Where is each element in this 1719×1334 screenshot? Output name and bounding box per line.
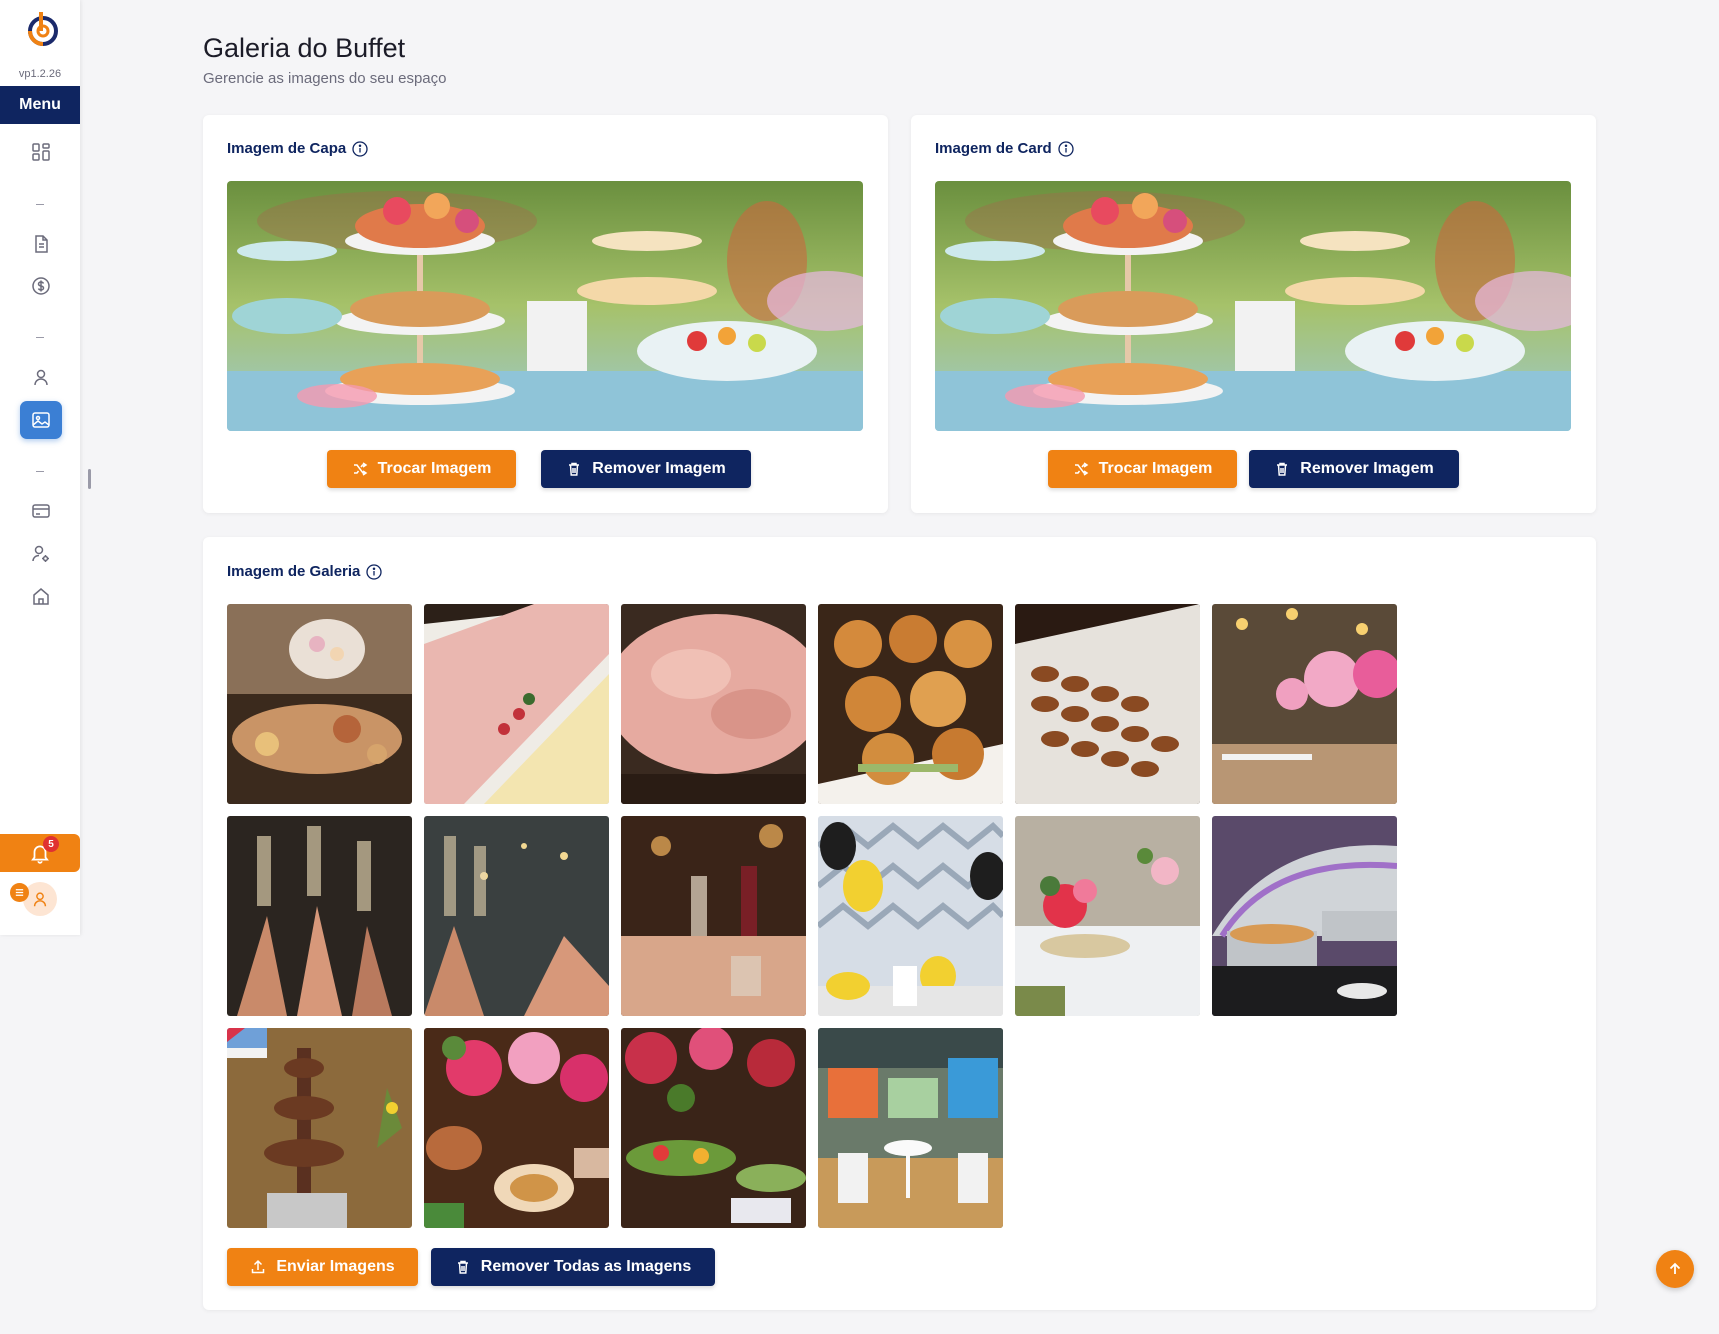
gallery-image[interactable] (1212, 816, 1397, 1016)
cover-change-button[interactable]: Trocar Imagem (327, 450, 516, 488)
upload-icon (252, 1259, 265, 1274)
app-logo[interactable] (26, 10, 60, 48)
credit-card-icon[interactable] (20, 492, 62, 530)
gallery-image[interactable] (818, 1028, 1003, 1228)
gallery-image[interactable] (1212, 604, 1397, 804)
card-image-change-button[interactable]: Trocar Imagem (1048, 450, 1237, 488)
gallery-image[interactable] (424, 604, 609, 804)
gallery-image[interactable] (227, 816, 412, 1016)
cover-image (227, 181, 863, 431)
gallery-image[interactable] (1015, 604, 1200, 804)
card-image-card-title: Imagem de Card (935, 140, 1074, 157)
trash-icon (1277, 462, 1288, 476)
page-title: Galeria do Buffet (203, 33, 406, 63)
notifications-button[interactable] (0, 834, 80, 872)
dollar-icon[interactable] (20, 267, 62, 305)
trash-icon (569, 462, 580, 476)
sidebar-resize-handle[interactable] (88, 469, 91, 489)
cover-image-card: Imagem de Capa Trocar Imagem Remover Ima… (203, 115, 888, 513)
user-icon[interactable] (20, 358, 62, 396)
info-icon[interactable] (366, 563, 383, 580)
cover-remove-label: Remover Imagem (592, 460, 726, 477)
info-icon[interactable] (352, 140, 368, 157)
card-image-card: Imagem de Card Trocar Imagem Remover Ima… (911, 115, 1596, 513)
gallery-card: Imagem de Galeria Enviar Imagens Remover… (203, 537, 1596, 1310)
sidebar: vp1.2.26 Menu 5 (0, 0, 80, 935)
upload-images-button[interactable]: Enviar Imagens (227, 1248, 418, 1286)
gallery-image[interactable] (424, 1028, 609, 1228)
remove-all-images-label: Remover Todas as Imagens (480, 1258, 692, 1275)
cover-card-title: Imagem de Capa (227, 140, 368, 157)
avatar[interactable] (23, 882, 57, 916)
home-icon[interactable] (20, 577, 62, 615)
arrow-up-icon (1669, 1262, 1681, 1274)
shuffle-icon (1074, 462, 1088, 476)
card-image-remove-button[interactable]: Remover Imagem (1249, 450, 1459, 488)
cover-remove-button[interactable]: Remover Imagem (541, 450, 751, 488)
nav-divider (36, 471, 44, 472)
scroll-to-top-button[interactable] (1656, 1250, 1694, 1288)
nav-divider (36, 337, 44, 338)
upload-images-label: Enviar Imagens (276, 1258, 395, 1275)
gallery-image[interactable] (621, 604, 806, 804)
user-icon (33, 892, 47, 907)
dashboard-icon[interactable] (20, 133, 62, 171)
nav-divider (36, 204, 44, 205)
menu-label[interactable]: Menu (0, 86, 80, 124)
notification-badge: 5 (43, 836, 59, 852)
gallery-image[interactable] (1015, 816, 1200, 1016)
card-image-change-label: Trocar Imagem (1098, 460, 1213, 477)
shuffle-icon (353, 462, 367, 476)
info-icon[interactable] (1058, 140, 1074, 157)
gallery-image[interactable] (818, 604, 1003, 804)
user-settings-icon[interactable] (20, 535, 62, 573)
card-image (935, 181, 1571, 431)
gallery-image[interactable] (424, 816, 609, 1016)
card-image-title-text: Imagem de Card (935, 140, 1052, 157)
page-subtitle: Gerencie as imagens do seu espaço (203, 70, 447, 87)
cover-change-label: Trocar Imagem (377, 460, 492, 477)
gallery-title-text: Imagem de Galeria (227, 563, 361, 580)
gallery-image[interactable] (621, 1028, 806, 1228)
gallery-image[interactable] (227, 604, 412, 804)
card-image-remove-label: Remover Imagem (1300, 460, 1434, 477)
gallery-card-title: Imagem de Galeria (227, 563, 383, 580)
image-icon[interactable] (20, 401, 62, 439)
gallery-image[interactable] (227, 1028, 412, 1228)
gallery-image[interactable] (818, 816, 1003, 1016)
document-icon[interactable] (20, 225, 62, 263)
gallery-image[interactable] (621, 816, 806, 1016)
app-version: vp1.2.26 (18, 68, 62, 80)
cover-title-text: Imagem de Capa (227, 140, 347, 157)
remove-all-images-button[interactable]: Remover Todas as Imagens (431, 1248, 715, 1286)
hamburger-icon[interactable] (10, 883, 29, 902)
trash-icon (457, 1260, 468, 1274)
